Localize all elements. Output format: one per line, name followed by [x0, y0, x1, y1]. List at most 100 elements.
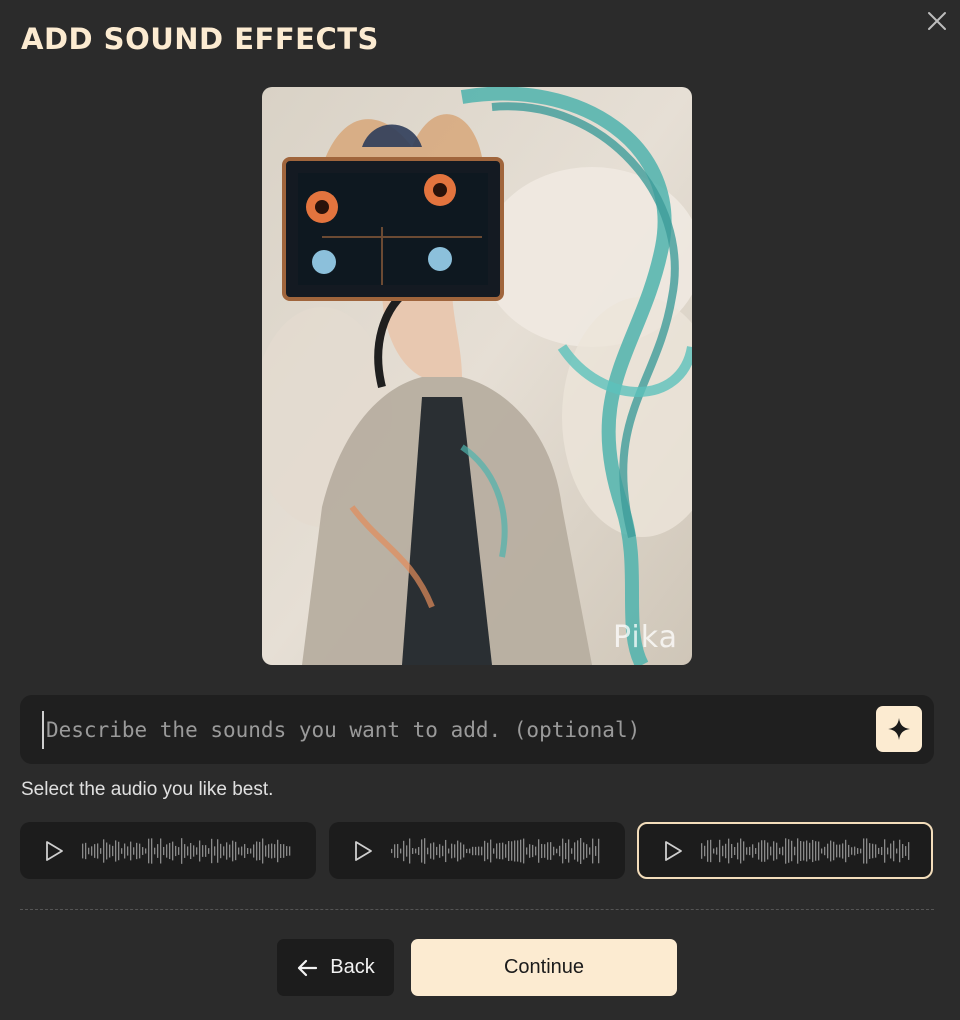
waveform-bar [764, 839, 766, 862]
waveform-bar [508, 840, 510, 861]
enhance-prompt-button[interactable] [876, 706, 922, 752]
waveform-bar [175, 845, 177, 856]
dialog-title: ADD SOUND EFFECTS [21, 22, 379, 56]
waveform-bar [791, 840, 793, 861]
waveform-bar [493, 847, 495, 854]
waveform-bar [905, 845, 907, 856]
waveform-bar [517, 839, 519, 862]
waveform-bar [211, 838, 213, 863]
waveform-bar [842, 842, 844, 859]
waveform-bar [818, 841, 820, 860]
sound-description-input[interactable] [42, 711, 868, 749]
waveform-bar [439, 843, 441, 858]
waveform-bar [866, 837, 868, 864]
waveform-bar [148, 838, 150, 863]
waveform-bar [421, 838, 423, 863]
waveform-bar [103, 838, 105, 863]
waveform-bar [202, 844, 204, 857]
close-icon [928, 12, 946, 30]
waveform-bar [229, 844, 231, 857]
waveform-bar [749, 846, 751, 855]
waveform-bar [166, 843, 168, 858]
waveform-bar [529, 843, 531, 858]
waveform-bar [737, 842, 739, 859]
waveform-bar [223, 845, 225, 856]
waveform-bar [731, 843, 733, 858]
waveform-bar [526, 846, 528, 855]
close-button[interactable] [924, 8, 950, 34]
waveform-bar [550, 841, 552, 860]
waveform-bar [157, 843, 159, 858]
waveform-bar [833, 841, 835, 860]
waveform-bar [490, 839, 492, 862]
waveform-bar [259, 841, 261, 860]
waveform-bar [863, 837, 865, 864]
waveform-bar [740, 838, 742, 863]
back-button[interactable]: Back [277, 939, 394, 996]
waveform-bar [82, 843, 84, 858]
waveform-bar [583, 841, 585, 860]
continue-button[interactable]: Continue [411, 939, 677, 996]
waveform-bar [151, 837, 153, 864]
waveform-bar [160, 837, 162, 864]
waveform-bar [106, 842, 108, 859]
waveform-bar [403, 840, 405, 861]
waveform-bar [250, 847, 252, 854]
waveform-bar [809, 842, 811, 859]
waveform-bar [190, 842, 192, 859]
waveform-bar [472, 846, 474, 855]
waveform-bar [496, 842, 498, 859]
audio-waveform [82, 837, 291, 864]
waveform-bar [821, 847, 823, 854]
waveform-bar [217, 838, 219, 863]
waveform-bar [466, 848, 468, 853]
waveform-bar [163, 846, 165, 855]
waveform-bar [124, 843, 126, 858]
continue-button-label: Continue [503, 956, 585, 978]
waveform-bar [598, 838, 600, 863]
waveform-bar [902, 843, 904, 858]
waveform-bar [755, 847, 757, 854]
waveform-bar [701, 842, 703, 859]
waveform-bar [415, 848, 417, 853]
waveform-bar [97, 842, 99, 859]
waveform-bar [109, 843, 111, 858]
audio-option-2[interactable] [329, 822, 625, 879]
waveform-bar [424, 837, 426, 864]
waveform-bar [145, 847, 147, 854]
waveform-bar [725, 843, 727, 858]
waveform-bar [896, 848, 898, 853]
waveform-bar [256, 841, 258, 860]
waveform-bar [232, 840, 234, 861]
waveform-bar [869, 842, 871, 859]
waveform-bar [890, 842, 892, 859]
waveform-bar [806, 840, 808, 861]
waveform-bar [532, 844, 534, 857]
waveform-bar [592, 838, 594, 863]
waveform-bar [848, 844, 850, 857]
audio-option-3[interactable] [637, 822, 933, 879]
waveform-bar [274, 843, 276, 858]
waveform-bar [845, 839, 847, 862]
waveform-bar [523, 838, 525, 863]
waveform-bar [854, 846, 856, 855]
waveform-bar [220, 843, 222, 858]
waveform-bar [595, 845, 597, 856]
waveform-bar [734, 846, 736, 855]
waveform-bar [88, 847, 90, 854]
waveform-bar [797, 837, 799, 864]
waveform-bar [118, 841, 120, 860]
waveform-bar [226, 841, 228, 860]
waveform-bar [514, 839, 516, 862]
waveform-bar [713, 847, 715, 854]
waveform-bar [899, 839, 901, 862]
waveform-bar [394, 843, 396, 858]
waveform-bar [85, 842, 87, 859]
waveform-bar [391, 848, 393, 853]
audio-option-1[interactable] [20, 822, 316, 879]
waveform-bar [172, 841, 174, 860]
preview-artwork [262, 87, 692, 665]
waveform-bar [785, 837, 787, 864]
waveform-bar [463, 843, 465, 858]
waveform-bar [427, 847, 429, 854]
